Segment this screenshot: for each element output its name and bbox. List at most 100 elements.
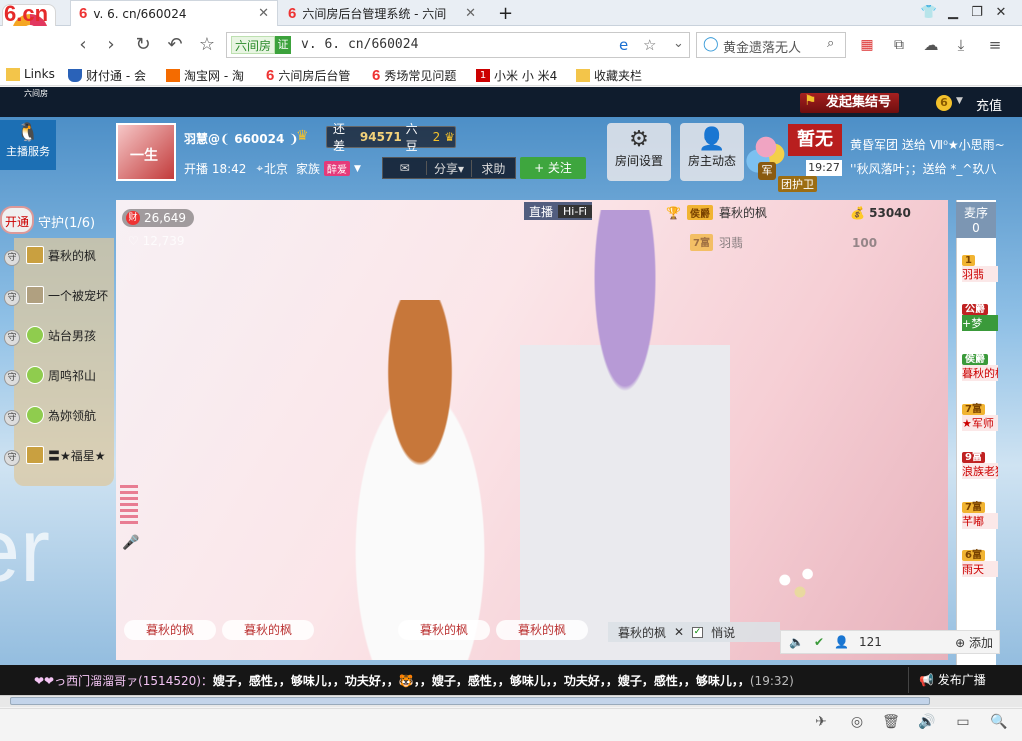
guard-team-badge[interactable]: 团护卫 xyxy=(778,176,817,192)
tab-v6[interactable]: 6 v. 6. cn/660024 ✕ xyxy=(70,0,278,26)
seat-1[interactable]: 暮秋的枫 xyxy=(124,620,216,640)
shirt-icon[interactable]: 👕 xyxy=(918,4,940,22)
family-info[interactable]: 家族 醉爱 ▼ xyxy=(296,160,361,177)
marquee-nick[interactable]: ❤❤っ西门溜溜哥ァ(1514520)： xyxy=(34,674,213,688)
open-guard-button[interactable]: 开通 xyxy=(0,206,34,234)
url-text[interactable]: v. 6. cn/660024 xyxy=(301,37,418,52)
publish-broadcast-button[interactable]: 📢 发布广播 xyxy=(908,667,1022,693)
mail-icon[interactable]: ✉ xyxy=(383,161,428,175)
location-icon: ⌖ xyxy=(256,161,264,175)
mic-queue-title[interactable]: 麦序 0 xyxy=(956,202,996,238)
anchor-avatar[interactable]: 一生 xyxy=(116,123,176,181)
new-tab-button[interactable]: + xyxy=(490,0,521,26)
mic-item[interactable]: 7富 ★军师 xyxy=(962,400,998,431)
anchor-service-button[interactable]: 🐧 主播服务 xyxy=(0,120,56,170)
add-button[interactable]: ⊕ 添加 xyxy=(955,634,999,651)
bookmark-favorites[interactable]: 收藏夹栏 xyxy=(576,67,642,84)
close-icon[interactable]: ✕ xyxy=(674,625,684,639)
speed-icon[interactable]: ◎ xyxy=(846,714,868,734)
ie-icon[interactable]: e xyxy=(619,36,628,54)
check-circle-icon[interactable]: ✔ xyxy=(814,635,824,649)
coin-icon[interactable]: 6 xyxy=(936,95,952,111)
whisper-checkbox[interactable]: ✓ xyxy=(692,626,704,638)
guard-item[interactable]: 暮秋的枫 xyxy=(26,236,96,274)
bookmark-tenpay[interactable]: 财付通 - 会 xyxy=(68,67,146,84)
refresh-icon[interactable]: ↻ xyxy=(132,34,154,56)
window-icon[interactable]: ▭ xyxy=(952,714,974,734)
forward-icon[interactable]: › xyxy=(100,34,122,56)
chevron-down-icon[interactable]: ▼ xyxy=(354,164,361,174)
speaker-icon[interactable]: 🔈 xyxy=(789,635,804,649)
no-rank-badge[interactable]: 暂无 xyxy=(788,124,842,156)
close-icon[interactable]: ✕ xyxy=(465,6,476,21)
follow-button[interactable]: + 关注 xyxy=(520,157,586,179)
star-icon[interactable]: ☆ xyxy=(196,34,218,56)
volume-icon[interactable]: 🔊 xyxy=(916,714,938,734)
guard-item[interactable]: 為妳领航 xyxy=(26,396,96,434)
mic-item[interactable]: 1 羽翡 xyxy=(962,253,998,282)
mic-icon[interactable]: 🎤 xyxy=(122,535,139,551)
trash-icon[interactable]: 🗑 xyxy=(880,714,902,734)
avatar-text: 一生 xyxy=(130,148,158,164)
hifi-label[interactable]: Hi-Fi xyxy=(558,204,592,218)
guard-item[interactable]: 站台男孩 xyxy=(26,316,96,354)
mic-user-name: +梦 xyxy=(962,315,998,331)
search-icon[interactable]: ⌕ xyxy=(827,36,834,51)
apps-icon[interactable]: ▦ xyxy=(856,34,878,56)
menu-icon[interactable]: ≡ xyxy=(984,34,1006,56)
mic-item[interactable]: 9富浪族老狼 xyxy=(962,448,998,479)
seat-3[interactable]: 暮秋的枫 xyxy=(398,620,490,640)
seat-2[interactable]: 暮秋的枫 xyxy=(222,620,314,640)
guard-item[interactable]: 一个被宠坏 xyxy=(26,276,108,314)
undo-icon[interactable]: ↶ xyxy=(164,34,186,56)
top-fan-1[interactable]: 🏆 侯爵 暮秋的枫 xyxy=(666,204,767,221)
folder-icon xyxy=(6,67,20,81)
chevron-down-icon[interactable]: ⌄ xyxy=(673,36,684,51)
close-icon[interactable]: ✕ xyxy=(258,6,269,21)
share-button[interactable]: 分享▾ xyxy=(427,159,472,177)
guard-item[interactable]: 周鸣祁山 xyxy=(26,356,96,394)
chevron-down-icon[interactable]: ▼ xyxy=(956,96,963,106)
mic-queue-label: 麦序 xyxy=(963,206,988,220)
bookmark-links[interactable]: Links xyxy=(6,67,55,81)
gift-target-name[interactable]: 暮秋的枫 xyxy=(618,624,666,641)
family-badge[interactable]: 醉爱 xyxy=(324,161,351,176)
mic-item[interactable]: 6富 雨天 xyxy=(962,546,998,577)
mic-item[interactable]: 侯爵暮秋的枫 xyxy=(962,350,998,381)
bookmark-6admin[interactable]: 6 六间房后台管 xyxy=(266,67,350,84)
bookmark-6faq[interactable]: 6 秀场常见问题 xyxy=(372,67,456,84)
guard-item[interactable]: 〓★福星★ xyxy=(26,436,106,474)
help-button[interactable]: 求助 xyxy=(472,160,515,177)
bookmark-mi[interactable]: 1 小米 小 米4 xyxy=(476,67,557,84)
crown-icon: ♛ xyxy=(296,128,309,144)
site-logo[interactable]: 6.cn xyxy=(4,1,48,27)
tab-admin[interactable]: 6 六间房后台管理系统 - 六间 ✕ xyxy=(280,0,484,26)
room-settings-button[interactable]: ⚙ 房间设置 xyxy=(607,123,671,181)
cloud-icon[interactable]: ☁ xyxy=(920,34,942,56)
screenshot-icon[interactable]: ⧉ xyxy=(888,34,910,56)
zoom-search-icon[interactable]: 🔍 xyxy=(988,714,1010,734)
window-close-icon[interactable]: ✕ xyxy=(990,4,1012,22)
mic-item[interactable]: 7富 芊嘟 xyxy=(962,498,998,529)
back-icon[interactable]: ‹ xyxy=(72,34,94,56)
anchor-name[interactable]: 羽慧@❨ 660024 ❩ xyxy=(184,130,299,147)
scrollbar-thumb[interactable] xyxy=(10,697,930,705)
pin-icon[interactable]: ✈ xyxy=(810,714,832,734)
live-quality-toggle[interactable]: 直播 Hi-Fi xyxy=(524,202,592,220)
search-box[interactable]: ◯ 黄金遗落无人 ⌕ xyxy=(696,32,846,58)
download-icon[interactable]: ⤓ xyxy=(950,34,972,56)
taobao-icon xyxy=(166,69,180,82)
address-bar[interactable]: 六间房 证 v. 6. cn/660024 e ☆ ⌄ xyxy=(226,32,690,58)
owner-feed-button[interactable]: 👤 房主动态 xyxy=(680,123,744,181)
top-fan-2[interactable]: 7富 羽翡 xyxy=(690,234,743,251)
restore-icon[interactable]: ❐ xyxy=(966,4,988,22)
search-input[interactable]: 黄金遗落无人 xyxy=(723,37,801,56)
minimize-icon[interactable]: ▁ xyxy=(942,4,964,22)
bookmark-taobao[interactable]: 淘宝网 - 淘 xyxy=(166,67,244,84)
six-icon: 6 xyxy=(372,67,381,84)
guard-avatar xyxy=(26,326,44,344)
favorite-star-icon[interactable]: ☆ xyxy=(643,36,656,54)
seat-4[interactable]: 暮秋的枫 xyxy=(496,620,588,640)
mic-item[interactable]: 公爵 +梦 xyxy=(962,300,998,331)
recharge-link[interactable]: 充值 xyxy=(976,95,1002,114)
